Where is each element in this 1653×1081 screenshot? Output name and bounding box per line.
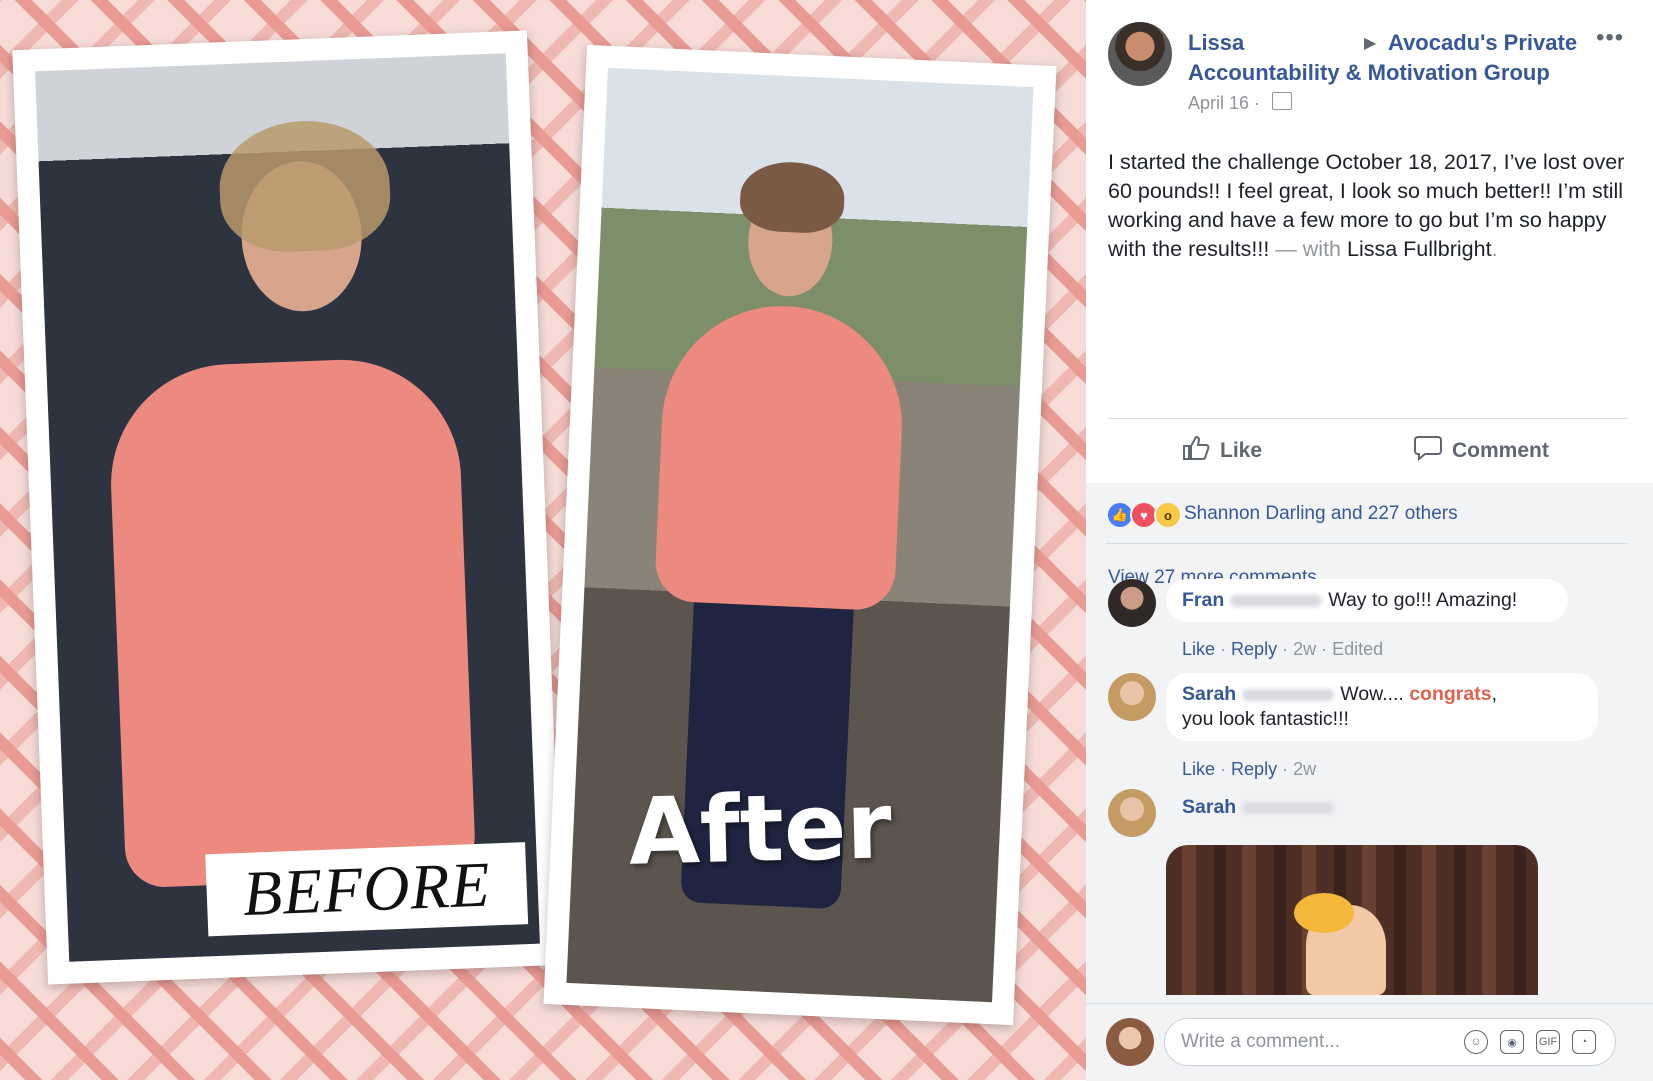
comment-text-punct: , [1491, 683, 1497, 705]
thumbs-up-icon [1182, 435, 1210, 467]
more-options-icon[interactable]: ••• [1596, 24, 1624, 52]
comment-button[interactable]: Comment [1414, 435, 1549, 467]
before-shirt [106, 355, 477, 889]
facebook-post-lightbox: BEFORE After Lissa ▶ Avocadu's Private A… [0, 0, 1653, 1081]
commenter-name-link[interactable]: Fran [1182, 589, 1224, 611]
highlighted-word[interactable]: congrats [1409, 683, 1491, 705]
after-shirt [653, 300, 908, 612]
reaction-summary-link[interactable]: Shannon Darling and 227 others [1184, 503, 1458, 525]
divider [1106, 543, 1628, 544]
before-label: BEFORE [205, 842, 529, 937]
after-hair [738, 159, 846, 235]
comment-bubble: Sarah Wow.... congrats, you look fantasti… [1166, 673, 1598, 741]
post-details-panel: Lissa ▶ Avocadu's Private Accountability… [1086, 0, 1653, 1081]
comment-bubble-icon [1414, 435, 1442, 467]
like-button[interactable]: Like [1182, 435, 1262, 467]
comment-reply-link[interactable]: Reply [1231, 639, 1277, 659]
post-text: I started the challenge October 18, 2017… [1108, 148, 1638, 264]
composer-icons: ☺ ◉ GIF ◔ [1464, 1030, 1596, 1054]
comment-actions: Like · Reply · 2w · Edited [1182, 639, 1384, 659]
comment-like-link[interactable]: Like [1182, 759, 1215, 779]
emoji-icon[interactable]: ☺ [1464, 1030, 1488, 1054]
comment-label: Comment [1452, 439, 1549, 462]
redacted-name [1230, 594, 1323, 607]
tagged-person-link[interactable]: Lissa Fullbright [1347, 237, 1492, 261]
current-user-avatar [1106, 1018, 1154, 1066]
wow-reaction-icon: o [1154, 501, 1182, 529]
redacted-name [1242, 688, 1335, 701]
commenter-avatar[interactable] [1108, 789, 1156, 837]
comment-reply-link[interactable]: Reply [1231, 759, 1277, 779]
comment-bubble: Sarah [1166, 789, 1356, 826]
comment-like-link[interactable]: Like [1182, 639, 1215, 659]
comment-text-line2: you look fantastic!!! [1182, 708, 1349, 730]
commenter-avatar[interactable] [1108, 579, 1156, 627]
like-label: Like [1220, 439, 1263, 462]
comment-gif[interactable] [1166, 845, 1538, 995]
gif-icon[interactable]: GIF [1536, 1030, 1560, 1054]
camera-icon[interactable]: ◉ [1500, 1030, 1524, 1054]
author-name-link[interactable]: Lissa [1188, 30, 1244, 56]
before-photo-frame: BEFORE [12, 30, 563, 985]
comment-time[interactable]: 2w [1293, 639, 1316, 659]
post-text-end: . [1491, 237, 1498, 261]
comment-bubble: Fran Way to go!!! Amazing! [1166, 579, 1568, 622]
comment-text: Wow.... [1340, 683, 1410, 705]
shared-to-arrow-icon: ▶ [1364, 35, 1377, 52]
group-privacy-icon [1272, 92, 1292, 110]
comment-time[interactable]: 2w [1293, 759, 1316, 779]
sticker-icon[interactable]: ◔ [1572, 1030, 1596, 1054]
commenter-avatar[interactable] [1108, 673, 1156, 721]
after-label: After [627, 772, 893, 886]
post-timestamp[interactable]: April 16 · [1188, 93, 1260, 114]
comment-composer: ☺ ◉ GIF ◔ [1086, 1003, 1653, 1081]
post-photo[interactable]: BEFORE After [0, 0, 1086, 1080]
gif-character-hair [1294, 893, 1354, 933]
author-avatar[interactable] [1108, 22, 1172, 86]
comment-actions: Like · Reply · 2w [1182, 759, 1317, 779]
divider [1108, 418, 1628, 419]
group-name-link-line2[interactable]: Accountability & Motivation Group [1188, 60, 1550, 86]
before-hair [217, 117, 393, 255]
reaction-icons[interactable]: 👍 ♥ o [1106, 501, 1182, 529]
comments-section: 👍 ♥ o Shannon Darling and 227 others Vie… [1086, 483, 1653, 1003]
comment-text: Way to go!!! Amazing! [1328, 589, 1518, 611]
redacted-name [1242, 801, 1335, 814]
before-photo: BEFORE [35, 53, 540, 962]
commenter-name-link[interactable]: Sarah [1182, 683, 1236, 705]
after-photo-frame: After [543, 44, 1057, 1026]
commenter-name-link[interactable]: Sarah [1182, 796, 1236, 818]
group-name-link[interactable]: Avocadu's Private [1388, 30, 1577, 56]
comment-edited[interactable]: Edited [1332, 639, 1383, 659]
after-photo: After [566, 67, 1034, 1003]
with-separator: — with [1269, 237, 1347, 261]
